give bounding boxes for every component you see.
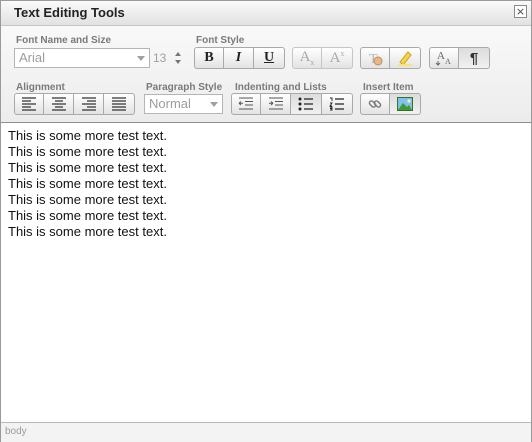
editor-line: This is some more test text. bbox=[8, 224, 167, 239]
bold-button[interactable]: B bbox=[194, 47, 224, 69]
spin-down-icon[interactable] bbox=[175, 60, 181, 64]
chevron-down-icon bbox=[137, 56, 145, 61]
style-group-label: Font Style bbox=[196, 35, 245, 46]
font-name-value: Arial bbox=[19, 50, 46, 65]
clear-format-icon: T bbox=[369, 52, 383, 67]
subscript-sub-glyph: x bbox=[310, 58, 315, 67]
align-left-icon bbox=[22, 97, 36, 111]
svg-text:A: A bbox=[445, 57, 451, 66]
title-bar: Text Editing Tools × bbox=[1, 1, 531, 26]
window-title: Text Editing Tools bbox=[14, 5, 125, 20]
superscript-sup-glyph: x bbox=[340, 49, 345, 58]
highlight-icon bbox=[398, 51, 412, 66]
bullet-list-icon bbox=[298, 97, 313, 111]
editor-line: This is some more test text. bbox=[8, 208, 167, 223]
align-justify-button[interactable] bbox=[104, 93, 135, 115]
font-name-select[interactable]: Arial bbox=[14, 48, 150, 68]
editor-line: This is some more test text. bbox=[8, 160, 167, 175]
indent-icon bbox=[268, 97, 283, 110]
paragraph-group-label: Paragraph Style bbox=[146, 82, 223, 93]
insert-image-button[interactable] bbox=[390, 93, 421, 115]
chevron-down-icon bbox=[210, 102, 218, 107]
subscript-icon: Ax bbox=[300, 49, 315, 67]
editor-content-area[interactable]: This is some more test text. This is some… bbox=[1, 123, 531, 422]
clear-format-button[interactable]: T bbox=[360, 47, 390, 69]
bullet-list-button[interactable] bbox=[291, 93, 322, 115]
superscript-main-glyph: A bbox=[329, 50, 341, 66]
numbered-list-icon bbox=[329, 97, 344, 111]
link-icon bbox=[368, 100, 382, 108]
align-justify-icon bbox=[112, 97, 126, 111]
outdent-button[interactable] bbox=[231, 93, 261, 115]
insert-group-label: Insert Item bbox=[363, 82, 414, 93]
editor-line: This is some more test text. bbox=[8, 144, 167, 159]
pilcrow-icon: ¶ bbox=[469, 49, 479, 67]
svg-text:A: A bbox=[437, 50, 445, 62]
editor-line: This is some more test text. bbox=[8, 176, 167, 191]
italic-icon: I bbox=[235, 50, 242, 65]
formatting-toolbar: Font Name and Size Font Style Arial 13 B… bbox=[1, 26, 531, 123]
text-editing-window: Text Editing Tools × Font Name and Size … bbox=[0, 0, 532, 442]
editor-line: This is some more test text. bbox=[8, 128, 167, 143]
font-group-label: Font Name and Size bbox=[16, 35, 112, 46]
image-icon bbox=[397, 97, 413, 111]
editor-text[interactable]: This is some more test text. This is some… bbox=[1, 123, 531, 240]
editor-line: This is some more test text. bbox=[8, 192, 167, 207]
font-size-adjust-button[interactable]: A A bbox=[429, 47, 459, 69]
underline-button[interactable]: U bbox=[254, 47, 285, 69]
font-size-stepper[interactable]: 13 bbox=[153, 48, 183, 68]
alignment-group-label: Alignment bbox=[16, 82, 65, 93]
align-right-button[interactable] bbox=[74, 93, 104, 115]
align-center-icon bbox=[51, 97, 66, 111]
element-path[interactable]: body bbox=[5, 426, 27, 437]
paragraph-style-value: Normal bbox=[149, 96, 191, 111]
subscript-button[interactable]: Ax bbox=[292, 47, 322, 69]
insert-link-button[interactable] bbox=[360, 93, 390, 115]
subscript-main-glyph: A bbox=[299, 49, 311, 65]
numbered-list-button[interactable] bbox=[322, 93, 353, 115]
paragraph-style-select[interactable]: Normal bbox=[144, 94, 223, 114]
bold-icon: B bbox=[204, 50, 214, 65]
status-bar: body bbox=[1, 422, 531, 442]
align-right-icon bbox=[81, 97, 96, 111]
underline-icon: U bbox=[263, 50, 275, 65]
indent-button[interactable] bbox=[261, 93, 291, 115]
indent-group-label: Indenting and Lists bbox=[235, 82, 327, 93]
align-left-button[interactable] bbox=[14, 93, 44, 115]
italic-button[interactable]: I bbox=[224, 47, 254, 69]
font-size-value: 13 bbox=[153, 51, 167, 65]
spin-up-icon[interactable] bbox=[175, 52, 181, 56]
superscript-button[interactable]: Ax bbox=[322, 47, 353, 69]
superscript-icon: Ax bbox=[330, 49, 345, 67]
align-center-button[interactable] bbox=[44, 93, 74, 115]
close-button[interactable]: × bbox=[514, 5, 527, 18]
font-size-icon: A A bbox=[435, 50, 451, 66]
highlight-button[interactable] bbox=[390, 47, 421, 69]
outdent-icon bbox=[238, 97, 253, 110]
show-blocks-button[interactable]: ¶ bbox=[459, 47, 490, 69]
